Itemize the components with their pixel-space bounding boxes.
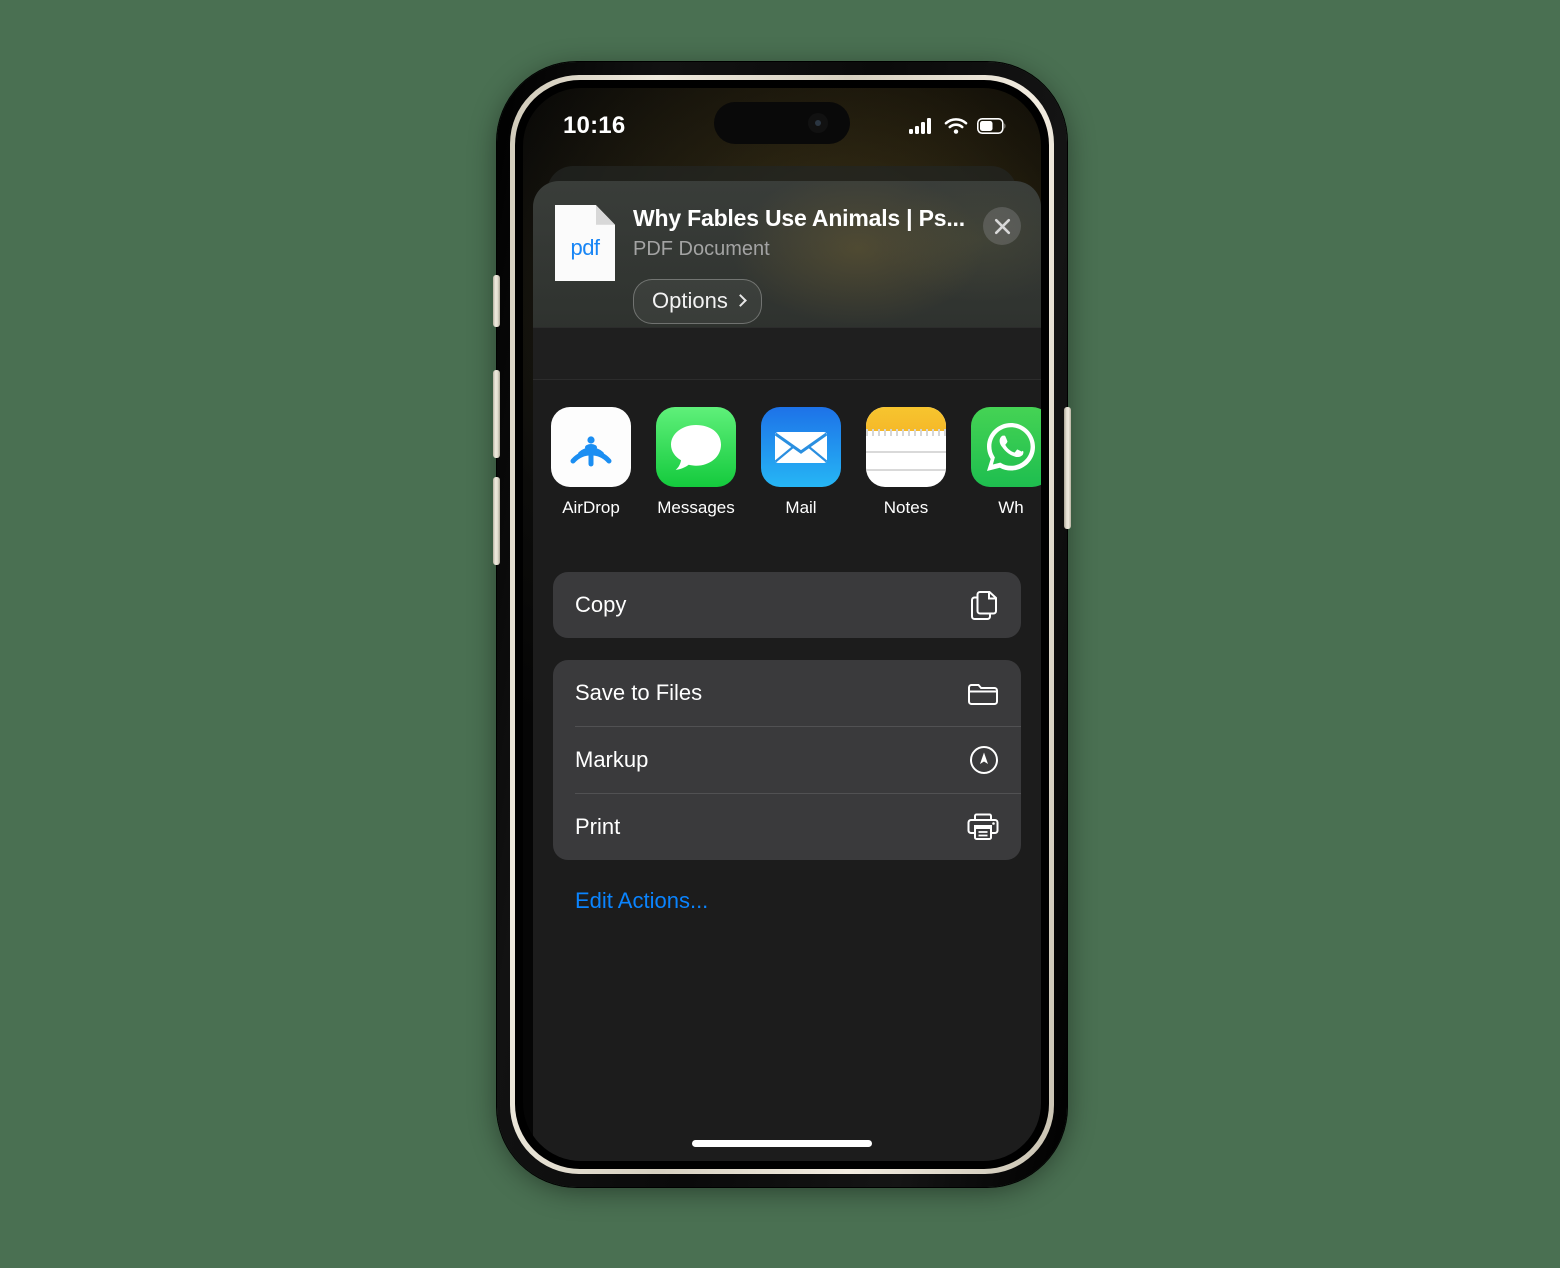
share-target-label: Messages (657, 498, 735, 517)
action-row-print[interactable]: Print (553, 794, 1021, 860)
home-indicator[interactable] (692, 1140, 872, 1147)
share-target-label: Notes (883, 498, 929, 517)
action-row-markup[interactable]: Markup (553, 727, 1021, 793)
power-button[interactable] (1064, 407, 1071, 529)
action-group-primary: Copy (553, 572, 1021, 638)
options-button[interactable]: Options (633, 279, 762, 324)
phone-screen: 10:16 pdf Why Fables Use Animals | Ps...… (523, 88, 1041, 1161)
share-target-label: AirDrop (562, 498, 620, 517)
pdf-type-label: pdf (570, 235, 600, 260)
action-label: Save to Files (575, 680, 703, 705)
notes-perforation (866, 429, 946, 436)
folder-icon (968, 683, 998, 705)
markup-pen-icon (970, 746, 998, 774)
front-camera-icon (808, 113, 828, 133)
volume-up-button[interactable] (493, 370, 500, 458)
iphone-device: 10:16 pdf Why Fables Use Animals | Ps...… (493, 62, 1071, 1190)
action-label: Print (575, 814, 621, 839)
action-label: Markup (575, 747, 649, 772)
document-title: Why Fables Use Animals | Ps... (633, 205, 965, 231)
share-targets-row: AirDrop Messages Mail Notes Wh (533, 380, 1041, 550)
document-info: Why Fables Use Animals | Ps... PDF Docum… (633, 203, 965, 324)
options-button-label: Options (652, 288, 728, 313)
action-row-copy[interactable]: Copy (553, 572, 1021, 638)
airdrop-icon (551, 407, 631, 487)
share-target-label: Mail (785, 498, 817, 517)
messages-icon (656, 407, 736, 487)
document-subtitle: PDF Document (633, 238, 770, 260)
share-target-mail[interactable]: Mail (761, 407, 841, 550)
pdf-document-icon: pdf (555, 205, 615, 281)
volume-down-button[interactable] (493, 477, 500, 565)
edit-actions-button[interactable]: Edit Actions... (553, 860, 708, 914)
share-target-messages[interactable]: Messages (656, 407, 736, 550)
action-group-secondary: Save to Files Markup Print (553, 660, 1021, 860)
notes-rule-line (866, 451, 946, 453)
share-target-whatsapp[interactable]: Wh (971, 407, 1041, 550)
copy-documents-icon (971, 591, 997, 620)
notes-header-band (866, 407, 946, 431)
share-sheet-header: pdf Why Fables Use Animals | Ps... PDF D… (533, 181, 1041, 327)
sheet-spacer-band (533, 328, 1041, 380)
action-button[interactable] (493, 275, 500, 327)
printer-icon (967, 813, 999, 840)
pdf-fold-corner (595, 205, 615, 225)
notes-rule-line (866, 469, 946, 471)
device-chassis: 10:16 pdf Why Fables Use Animals | Ps...… (493, 62, 1071, 1187)
whatsapp-icon (971, 407, 1041, 487)
close-icon (994, 218, 1010, 234)
notes-icon (866, 407, 946, 487)
mail-icon (761, 407, 841, 487)
chevron-right-icon (733, 294, 747, 307)
share-sheet: pdf Why Fables Use Animals | Ps... PDF D… (533, 181, 1041, 1161)
action-label: Copy (575, 592, 627, 617)
close-button[interactable] (983, 207, 1021, 245)
share-target-label: Wh (998, 498, 1024, 517)
share-target-notes[interactable]: Notes (866, 407, 946, 550)
share-target-airdrop[interactable]: AirDrop (551, 407, 631, 550)
dynamic-island (714, 102, 850, 144)
action-row-save-to-files[interactable]: Save to Files (553, 660, 1021, 726)
